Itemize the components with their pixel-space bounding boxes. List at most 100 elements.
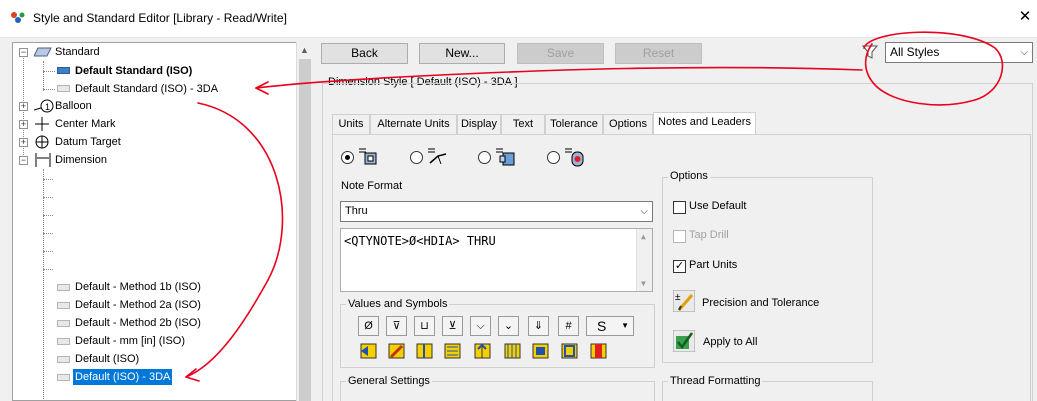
symbol-dropdown[interactable]: S ▼ bbox=[586, 316, 634, 336]
style-swatch-icon bbox=[57, 320, 70, 327]
apply-to-all-icon[interactable] bbox=[673, 330, 695, 352]
thread-class-value-icon[interactable] bbox=[502, 341, 523, 361]
thru-symbol-button[interactable]: ⇓ bbox=[528, 316, 549, 336]
expand-datum-target-toggle[interactable]: + bbox=[19, 138, 28, 147]
datum-target-icon bbox=[35, 135, 49, 149]
counterbore-symbol-button[interactable]: ⊔ bbox=[414, 316, 435, 336]
counterbore-value-icon[interactable] bbox=[530, 341, 551, 361]
tree-node-datum-target[interactable]: Datum Target bbox=[55, 134, 121, 150]
tree-node-dimension[interactable]: Dimension bbox=[55, 152, 107, 168]
scroll-up-icon[interactable]: ▲ bbox=[300, 45, 309, 55]
note-type-punch-radio[interactable] bbox=[478, 151, 491, 164]
app-icon bbox=[11, 12, 25, 23]
balloon-icon: 1 bbox=[34, 99, 54, 113]
tree-scrollbar[interactable]: ▲ bbox=[296, 42, 312, 401]
tap-drill-label: Tap Drill bbox=[689, 229, 729, 241]
tab-options[interactable]: Options bbox=[603, 114, 653, 134]
style-swatch-icon bbox=[57, 67, 70, 74]
countersink-angle-symbol-button[interactable]: ⌄ bbox=[498, 316, 519, 336]
style-filter-dropdown[interactable]: All Styles ⌵ bbox=[885, 42, 1033, 63]
note-format-dropdown[interactable]: Thru ⌵ bbox=[340, 201, 653, 222]
collapse-standard-toggle[interactable]: − bbox=[19, 48, 28, 57]
scroll-down-icon[interactable]: ▼ bbox=[641, 279, 646, 288]
back-button[interactable]: Back bbox=[321, 43, 408, 64]
tree-node-default-iso[interactable]: Default (ISO) bbox=[75, 351, 139, 367]
tree-node-method-1b[interactable]: Default - Method 1b (ISO) bbox=[75, 279, 201, 295]
spotface-symbol-button[interactable]: ⊻ bbox=[442, 316, 463, 336]
chevron-down-icon: ⌵ bbox=[1020, 47, 1028, 58]
chamfer-note-icon bbox=[428, 148, 447, 165]
tree-node-method-2a[interactable]: Default - Method 2a (ISO) bbox=[75, 297, 201, 313]
general-settings-label: General Settings bbox=[346, 375, 432, 387]
expand-balloon-toggle[interactable]: + bbox=[19, 102, 28, 111]
thread-value-icon[interactable] bbox=[442, 341, 463, 361]
depth-symbol-button[interactable]: ⊽ bbox=[386, 316, 407, 336]
scroll-thumb[interactable] bbox=[299, 59, 311, 401]
tab-text[interactable]: Text bbox=[501, 114, 545, 134]
style-swatch-icon bbox=[57, 284, 70, 291]
title-bar: Style and Standard Editor [Library - Rea… bbox=[0, 0, 1037, 38]
style-swatch-icon bbox=[57, 302, 70, 309]
part-units-label: Part Units bbox=[689, 259, 738, 271]
filter-icon bbox=[862, 45, 878, 59]
tree-node-center-mark[interactable]: Center Mark bbox=[55, 116, 116, 132]
window-title: Style and Standard Editor [Library - Rea… bbox=[33, 11, 287, 25]
tree-node-default-standard-3da[interactable]: Default Standard (ISO) - 3DA bbox=[75, 81, 218, 97]
tap-drill-checkbox[interactable] bbox=[673, 230, 686, 243]
hole-diameter-value-icon[interactable] bbox=[358, 341, 379, 361]
tab-notes-and-leaders[interactable]: Notes and Leaders bbox=[653, 112, 756, 134]
tree-node-default-iso-3da[interactable]: Default (ISO) - 3DA bbox=[73, 369, 173, 385]
new-button[interactable]: New... bbox=[419, 43, 505, 64]
note-type-hole-radio[interactable] bbox=[341, 151, 354, 164]
tree-node-default-standard[interactable]: Default Standard (ISO) bbox=[75, 63, 192, 79]
use-default-checkbox[interactable] bbox=[673, 201, 686, 214]
hole-note-icon bbox=[359, 148, 377, 165]
apply-to-all-label[interactable]: Apply to All bbox=[703, 336, 757, 348]
diameter-symbol-button[interactable]: Ø bbox=[358, 316, 379, 336]
part-units-checkbox[interactable]: ✓ bbox=[673, 260, 686, 273]
tab-alternate-units[interactable]: Alternate Units bbox=[370, 114, 457, 134]
svg-text:±: ± bbox=[675, 292, 681, 303]
counterbore-depth-value-icon[interactable] bbox=[559, 341, 580, 361]
precision-tolerance-icon[interactable]: ± bbox=[673, 290, 695, 312]
countersink-value-icon[interactable] bbox=[588, 341, 609, 361]
scroll-up-icon[interactable]: ▲ bbox=[641, 232, 646, 241]
style-swatch-icon bbox=[57, 356, 70, 363]
tab-units[interactable]: Units bbox=[332, 114, 370, 134]
save-button[interactable]: Save bbox=[517, 43, 604, 64]
tab-display[interactable]: Display bbox=[457, 114, 501, 134]
precision-tolerance-label[interactable]: Precision and Tolerance bbox=[702, 297, 819, 309]
countersink-symbol-button[interactable]: ⌵ bbox=[470, 316, 491, 336]
tree-node-balloon[interactable]: Balloon bbox=[55, 98, 92, 114]
tree-node-method-2b[interactable]: Default - Method 2b (ISO) bbox=[75, 315, 201, 331]
punch-note-icon bbox=[496, 148, 515, 166]
thread-formatting-label: Thread Formatting bbox=[668, 375, 763, 387]
style-swatch-icon bbox=[57, 374, 70, 381]
style-swatch-icon bbox=[57, 85, 70, 92]
dimension-icon bbox=[35, 153, 51, 167]
caret-down-icon: ▼ bbox=[621, 321, 629, 330]
note-format-text[interactable]: <QTYNOTE>Ø<HDIA> THRU ▲ ▼ bbox=[340, 228, 653, 292]
use-default-label: Use Default bbox=[689, 200, 747, 212]
chevron-down-icon: ⌵ bbox=[640, 206, 648, 217]
values-and-symbols-label: Values and Symbols bbox=[346, 298, 450, 310]
tree-node-standard[interactable]: Standard bbox=[55, 44, 100, 60]
expand-center-mark-toggle[interactable]: + bbox=[19, 120, 28, 129]
tap-drill-value-icon[interactable] bbox=[472, 341, 493, 361]
note-type-chamfer-radio[interactable] bbox=[410, 151, 423, 164]
note-format-label: Note Format bbox=[341, 180, 403, 192]
note-text-scrollbar[interactable]: ▲ ▼ bbox=[636, 229, 652, 291]
style-filter-value: All Styles bbox=[890, 45, 940, 59]
tab-tolerance[interactable]: Tolerance bbox=[545, 114, 603, 134]
collapse-dimension-toggle[interactable]: − bbox=[19, 156, 28, 165]
reset-button[interactable]: Reset bbox=[615, 43, 702, 64]
depth-value-icon[interactable] bbox=[414, 341, 435, 361]
tree-node-mm-in[interactable]: Default - mm [in] (ISO) bbox=[75, 333, 185, 349]
note-type-bend-radio[interactable] bbox=[547, 151, 560, 164]
note-format-value: Thru bbox=[345, 205, 368, 217]
edit-value-icon[interactable] bbox=[386, 341, 407, 361]
svg-text:1: 1 bbox=[45, 102, 50, 112]
quantity-symbol-button[interactable]: # bbox=[558, 316, 579, 336]
close-icon[interactable]: ✕ bbox=[1014, 6, 1036, 28]
options-label: Options bbox=[668, 170, 710, 182]
